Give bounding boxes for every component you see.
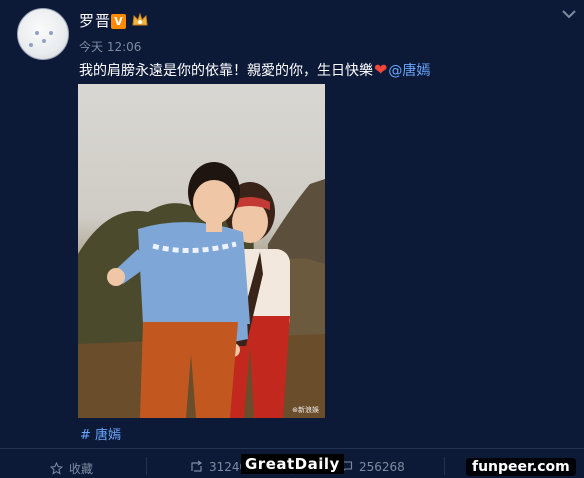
crown-icon	[132, 12, 148, 26]
action-separator	[146, 457, 147, 475]
greatdaily-watermark: GreatDaily	[241, 454, 344, 474]
repost-icon	[191, 460, 203, 472]
author-name[interactable]: 罗晋	[79, 10, 111, 31]
funpeer-watermark: funpeer.com	[466, 458, 576, 476]
heart-emoji: ❤	[374, 60, 388, 79]
post-time[interactable]: 今天 12:06	[79, 38, 141, 55]
avatar[interactable]	[17, 8, 69, 60]
favorite-button[interactable]: 收藏	[49, 460, 94, 477]
post-text: 我的肩膀永遠是你的依靠！親愛的你，生日快樂❤@唐嫣	[79, 60, 430, 80]
action-bar-divider	[0, 448, 584, 449]
verified-badge: V	[111, 14, 126, 29]
mention-link[interactable]: @唐嫣	[388, 63, 430, 79]
repost-button[interactable]: 31240	[190, 460, 247, 474]
star-icon	[49, 461, 64, 475]
action-separator	[444, 457, 445, 475]
favorite-label: 收藏	[69, 462, 94, 476]
photo-illustration	[78, 162, 325, 418]
comment-button[interactable]: 256268	[340, 460, 405, 474]
post-photo[interactable]: ⊛新浪娛	[78, 84, 325, 418]
chevron-down-icon[interactable]	[561, 7, 577, 21]
comment-count: 256268	[359, 460, 405, 474]
post-text-main: 我的肩膀永遠是你的依靠！親愛的你，生日快樂	[79, 63, 373, 79]
topic-tag[interactable]: # 唐嫣	[80, 424, 121, 443]
photo-watermark: ⊛新浪娛	[292, 406, 319, 414]
weibo-post: 罗晋 V 今天 12:06 我的肩膀永遠是你的依靠！親愛的你，生日快樂❤@唐嫣	[0, 0, 584, 478]
